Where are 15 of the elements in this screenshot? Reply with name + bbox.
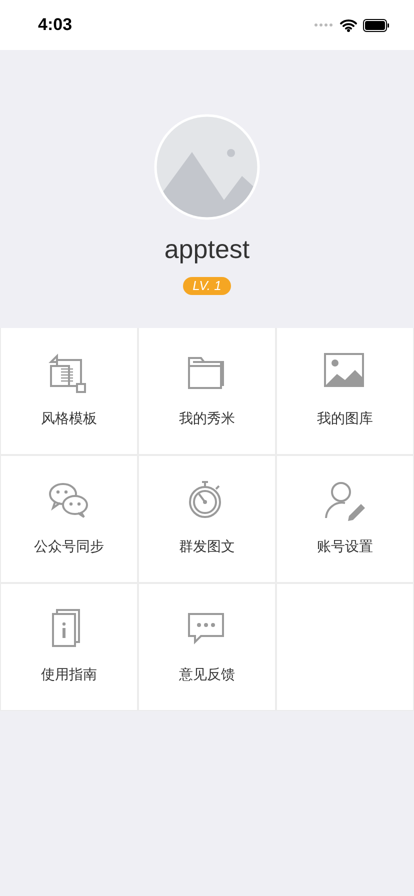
menu-tile[interactable]: 使用指南 [1, 584, 137, 710]
menu-tile[interactable]: 群发图文 [139, 456, 275, 582]
menu-tile[interactable]: 账号设置 [277, 456, 413, 582]
wifi-icon [340, 18, 357, 32]
menu-tile[interactable]: 我的图库 [277, 328, 413, 454]
battery-icon [363, 18, 390, 32]
menu-tile[interactable]: 我的秀米 [139, 328, 275, 454]
avatar-placeholder-icon [154, 114, 260, 220]
menu-tile[interactable]: 风格模板 [1, 328, 137, 454]
status-time: 4:03 [38, 15, 72, 35]
username: apptest [164, 234, 250, 264]
level-badge: LV. 1 [182, 277, 232, 295]
signal-icon [314, 23, 334, 27]
menu-tile[interactable]: 公众号同步 [1, 456, 137, 582]
menu-tile[interactable]: 意见反馈 [139, 584, 275, 710]
